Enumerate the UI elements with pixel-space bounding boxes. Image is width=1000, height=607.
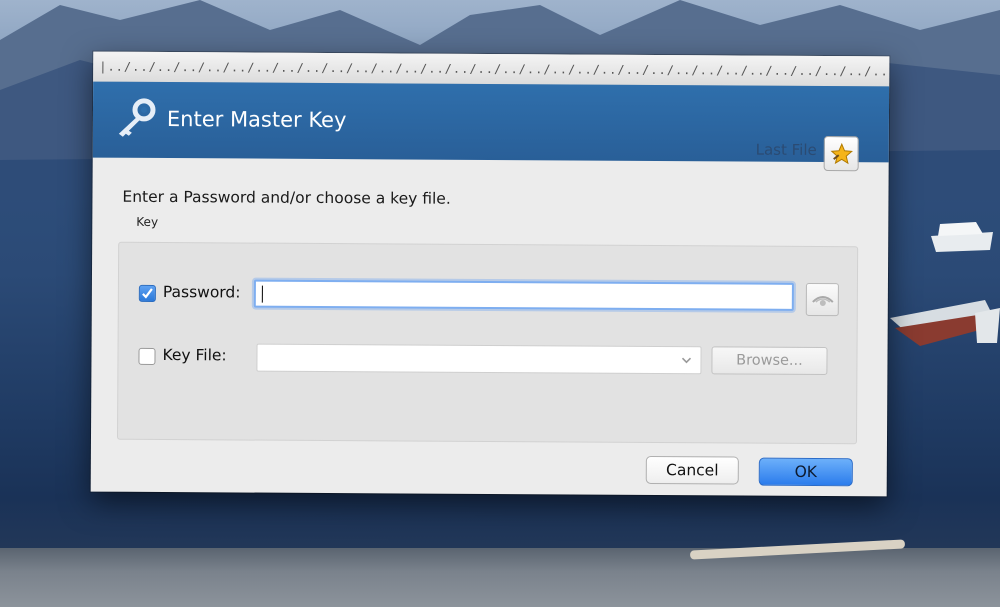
key-group-label: Key (136, 214, 159, 229)
chevron-down-icon (681, 357, 692, 364)
last-file-button[interactable] (823, 136, 859, 172)
key-group-box: Password: Key File: Browse... (116, 241, 859, 445)
password-label: Password: (162, 283, 241, 302)
title-strip-text: |../../../../../../../../../../../../../… (99, 59, 890, 82)
last-file-label: Last File (755, 140, 817, 159)
checkmark-icon (142, 288, 153, 299)
rowboat-image (890, 300, 1000, 346)
dialog-title: Enter Master Key (166, 107, 347, 133)
boat-image (931, 222, 993, 252)
ok-button[interactable]: OK (758, 457, 853, 487)
instruction-text: Enter a Password and/or choose a key fil… (122, 187, 451, 208)
pebble-shore (0, 548, 1000, 607)
key-icon (118, 98, 156, 137)
key-file-label: Key File: (162, 346, 227, 365)
reveal-password-button[interactable] (805, 282, 839, 317)
star-icon (830, 142, 853, 164)
browse-button[interactable]: Browse... (711, 346, 828, 376)
cancel-button[interactable]: Cancel (645, 455, 739, 485)
key-file-checkbox[interactable] (138, 347, 156, 365)
text-caret (261, 285, 263, 303)
eye-icon (811, 295, 834, 306)
password-input[interactable] (253, 279, 794, 311)
password-checkbox[interactable] (138, 284, 156, 302)
master-key-dialog: |../../../../../../../../../../../../../… (90, 51, 890, 497)
key-file-select[interactable] (256, 343, 702, 375)
